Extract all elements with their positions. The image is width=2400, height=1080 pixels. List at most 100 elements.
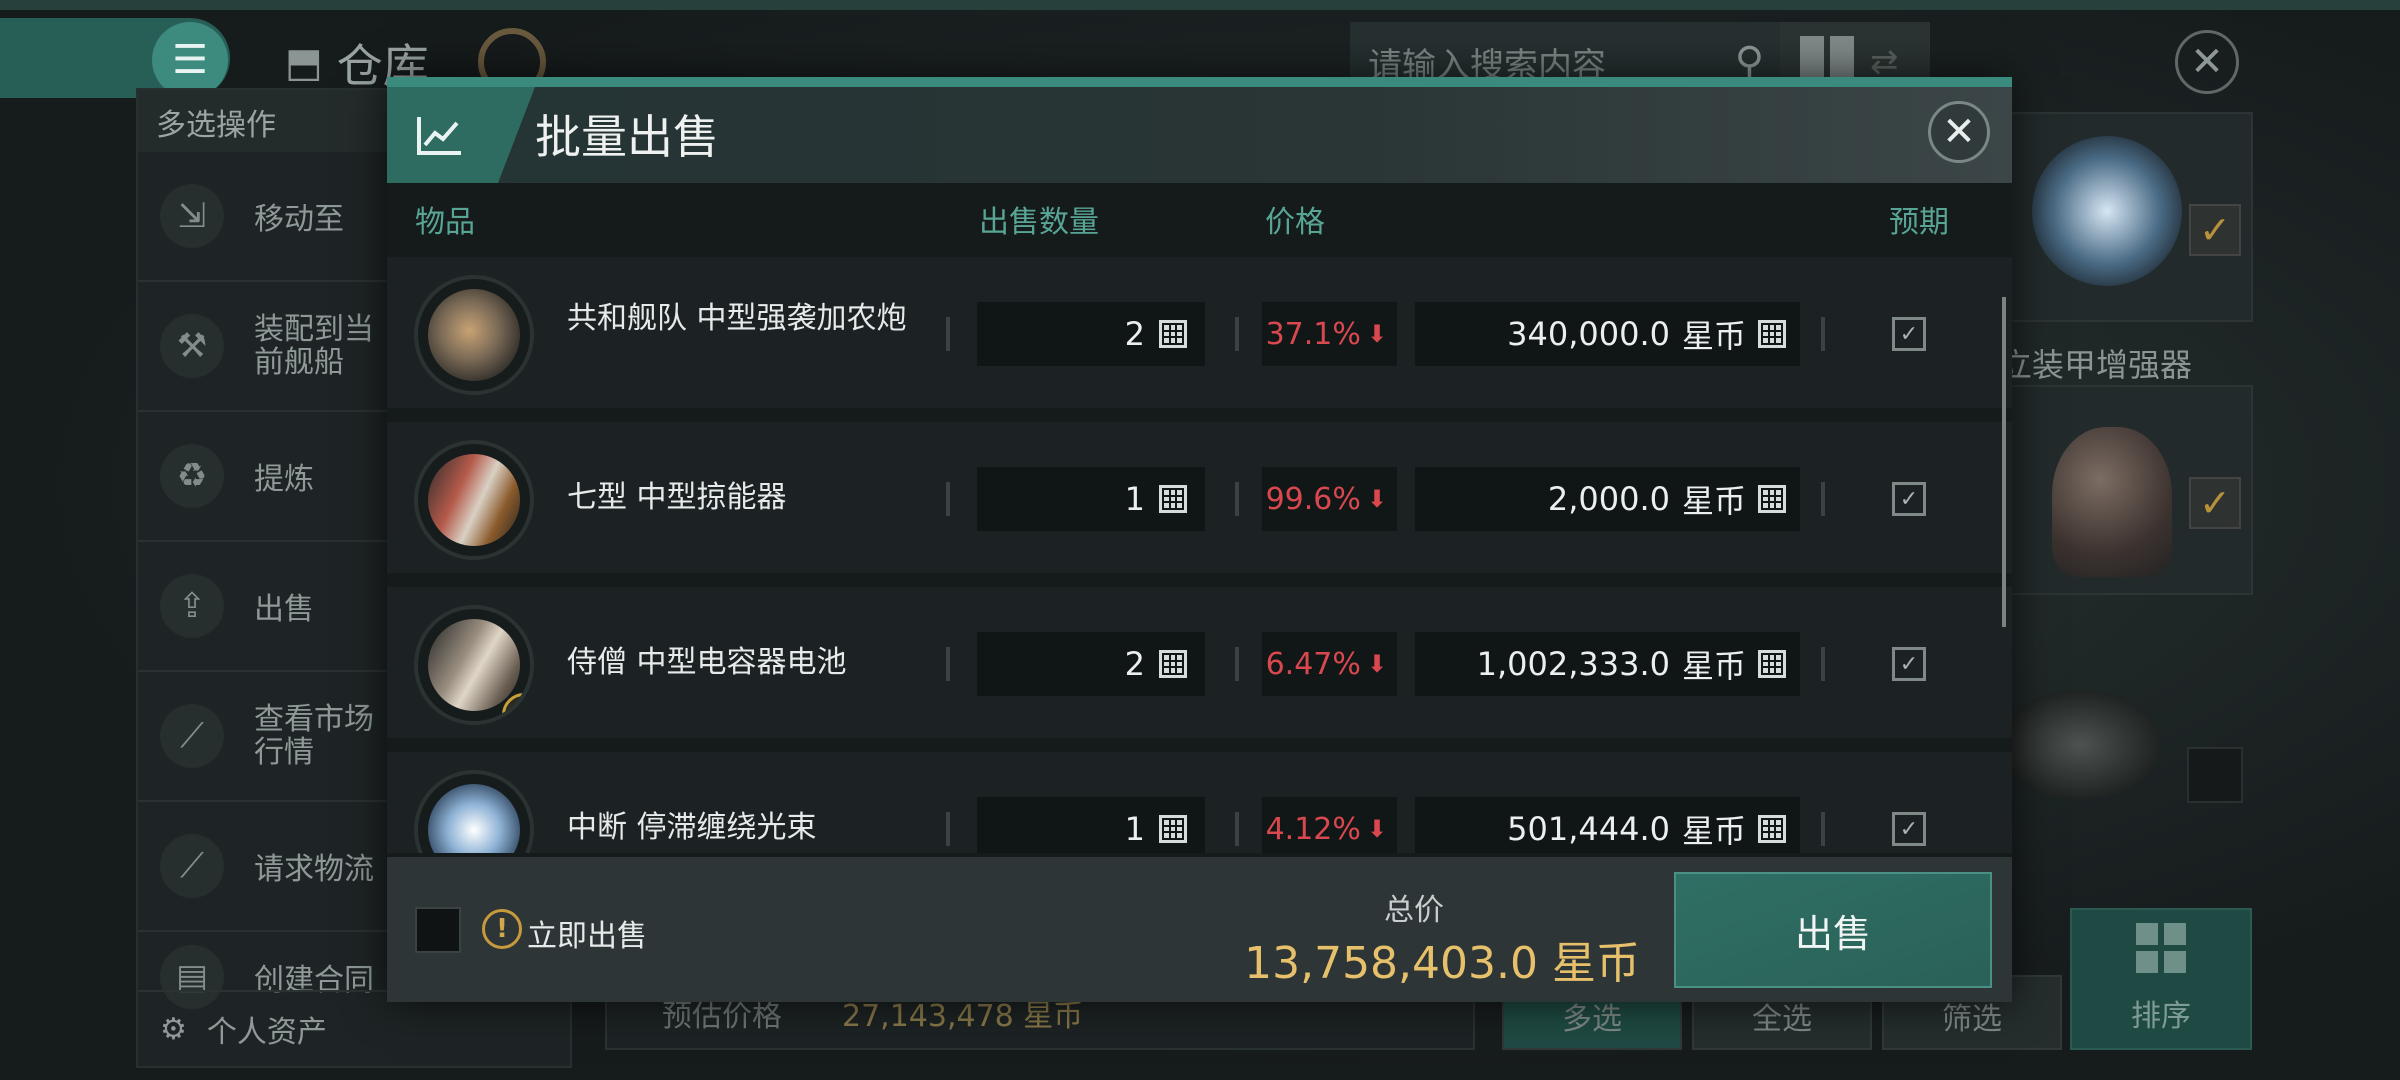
price-field[interactable]: 340,000.0 星币 <box>1415 302 1800 366</box>
price-value: 501,444.0 <box>1507 810 1670 848</box>
menu-item-label: 出售 <box>254 592 314 627</box>
total-value: 13,758,403.0 星币 <box>1244 938 1640 989</box>
calculator-icon[interactable] <box>1758 650 1786 678</box>
logistics-chart-icon: ⟋ <box>160 834 224 898</box>
quantity-field[interactable]: 1 <box>977 797 1205 853</box>
recycle-icon: ♻ <box>160 444 224 508</box>
column-header-quantity: 出售数量 <box>979 205 1099 240</box>
expect-checkbox-icon[interactable]: ✓ <box>1892 647 1926 681</box>
down-arrow-icon: ⬇ <box>1366 485 1387 513</box>
divider <box>946 317 950 351</box>
expect-checkbox-icon[interactable]: ✓ <box>1892 317 1926 351</box>
item-name: 中断 停滞缠绕光束 <box>567 810 817 845</box>
card-label: 立装甲增强器 <box>2000 346 2193 384</box>
card-check-icon[interactable]: ✓ <box>2189 204 2241 256</box>
instant-sell-checkbox[interactable] <box>415 907 461 953</box>
item-name: 侍僧 中型电容器电池 <box>567 645 847 680</box>
price-field[interactable]: 2,000.0 星币 <box>1415 467 1800 531</box>
divider <box>1235 647 1239 681</box>
calculator-icon[interactable] <box>1159 320 1187 348</box>
menu-item-label: 移动至 <box>254 202 344 237</box>
price-change-value: 99.6% <box>1265 481 1361 517</box>
item-thumbnail <box>414 770 534 853</box>
menu-item-label: 提炼 <box>254 462 314 497</box>
sort-button[interactable]: 排序 <box>2070 908 2252 1050</box>
item-thumbnail <box>414 440 534 560</box>
gear-icon: ⚙ <box>160 1011 187 1047</box>
sell-row: 中断 停滞缠绕光束 1 4.12% ⬇ 501,444.0 星币 ✓ <box>387 752 2012 857</box>
divider <box>1235 317 1239 351</box>
dialog-header: 批量出售 ✕ <box>387 87 2012 183</box>
column-header-expect: 预期 <box>1889 205 1949 240</box>
price-change: 99.6% ⬇ <box>1262 467 1397 531</box>
disc-item-art <box>2000 690 2160 800</box>
item-thumbnail: + <box>414 605 534 725</box>
top-stripe <box>0 0 2400 10</box>
divider <box>946 647 950 681</box>
total-label: 总价 <box>1384 893 1444 928</box>
divider <box>1821 812 1825 846</box>
item-thumbnail <box>414 275 534 395</box>
expect-checkbox-icon[interactable]: ✓ <box>1892 812 1926 846</box>
currency-unit: 星币 <box>1681 647 1746 685</box>
sell-row: 七型 中型掠能器 1 99.6% ⬇ 2,000.0 星币 ✓ <box>387 422 2012 577</box>
menu-item-label: 装配到当前舰船 <box>254 312 374 380</box>
item-name: 七型 中型掠能器 <box>567 480 787 515</box>
divider <box>946 482 950 516</box>
chart-icon <box>387 87 535 183</box>
divider <box>1821 317 1825 351</box>
down-arrow-icon: ⬇ <box>1366 320 1387 348</box>
price-change: 6.47% ⬇ <box>1262 632 1397 696</box>
plus-icon: + <box>502 693 530 721</box>
quantity-field[interactable]: 2 <box>977 302 1205 366</box>
currency-unit: 星币 <box>1681 812 1746 850</box>
dialog-accent-line <box>387 77 2012 87</box>
quantity-field[interactable]: 2 <box>977 632 1205 696</box>
divider <box>1235 482 1239 516</box>
price-change: 4.12% ⬇ <box>1262 797 1397 853</box>
price-value: 340,000.0 <box>1507 315 1670 353</box>
bulk-sell-dialog: 批量出售 ✕ 物品 出售数量 价格 预期 共和舰队 中型强袭加农炮 2 37.1… <box>387 77 2012 1002</box>
card-check-icon[interactable]: ✓ <box>2189 477 2241 529</box>
dialog-footer: ! 立即出售 总价 13,758,403.0 星币 出售 <box>387 857 2012 1002</box>
item-name: 共和舰队 中型强袭加农炮 <box>567 301 907 336</box>
calculator-icon[interactable] <box>1159 815 1187 843</box>
sell-button[interactable]: 出售 <box>1674 872 1992 988</box>
quantity-field[interactable]: 1 <box>977 467 1205 531</box>
calculator-icon[interactable] <box>1758 815 1786 843</box>
menu-button[interactable]: ☰ <box>152 22 228 98</box>
item-card-armor[interactable]: ✓ <box>2010 385 2253 595</box>
chart-line-svg <box>417 117 461 155</box>
currency-unit: 星币 <box>1681 317 1746 355</box>
divider <box>1235 812 1239 846</box>
close-icon[interactable]: ✕ <box>1928 101 1990 163</box>
item-card-orb[interactable]: ✓ <box>2010 112 2253 322</box>
price-change-value: 4.12% <box>1265 811 1361 847</box>
scrollbar[interactable] <box>2002 297 2006 627</box>
move-to-icon: ⇲ <box>160 184 224 248</box>
calculator-icon[interactable] <box>1758 320 1786 348</box>
column-header-item: 物品 <box>415 205 475 240</box>
down-arrow-icon: ⬇ <box>1366 815 1387 843</box>
calculator-icon[interactable] <box>1159 485 1187 513</box>
price-value: 2,000.0 <box>1547 480 1670 518</box>
button-label: 排序 <box>2131 999 2191 1034</box>
price-change-value: 37.1% <box>1265 316 1361 352</box>
calculator-icon[interactable] <box>1159 650 1187 678</box>
divider <box>946 812 950 846</box>
menu-item-label: 请求物流 <box>254 852 374 887</box>
price-field[interactable]: 501,444.0 星币 <box>1415 797 1800 853</box>
market-chart-icon: ⟋ <box>160 704 224 768</box>
calculator-icon[interactable] <box>1758 485 1786 513</box>
warehouse-icon: ⬒ <box>285 40 323 86</box>
price-field[interactable]: 1,002,333.0 星币 <box>1415 632 1800 696</box>
sell-icon: ⇪ <box>160 574 224 638</box>
expect-checkbox-icon[interactable]: ✓ <box>1892 482 1926 516</box>
card-checkbox[interactable] <box>2187 747 2243 803</box>
fit-to-ship-icon: ⚒ <box>160 314 224 378</box>
divider <box>1821 647 1825 681</box>
background-close-icon[interactable]: ✕ <box>2175 30 2239 94</box>
warning-icon: ! <box>482 909 522 949</box>
sell-row: 共和舰队 中型强袭加农炮 2 37.1% ⬇ 340,000.0 星币 ✓ <box>387 257 2012 412</box>
armor-enhancer-art <box>2052 427 2172 577</box>
